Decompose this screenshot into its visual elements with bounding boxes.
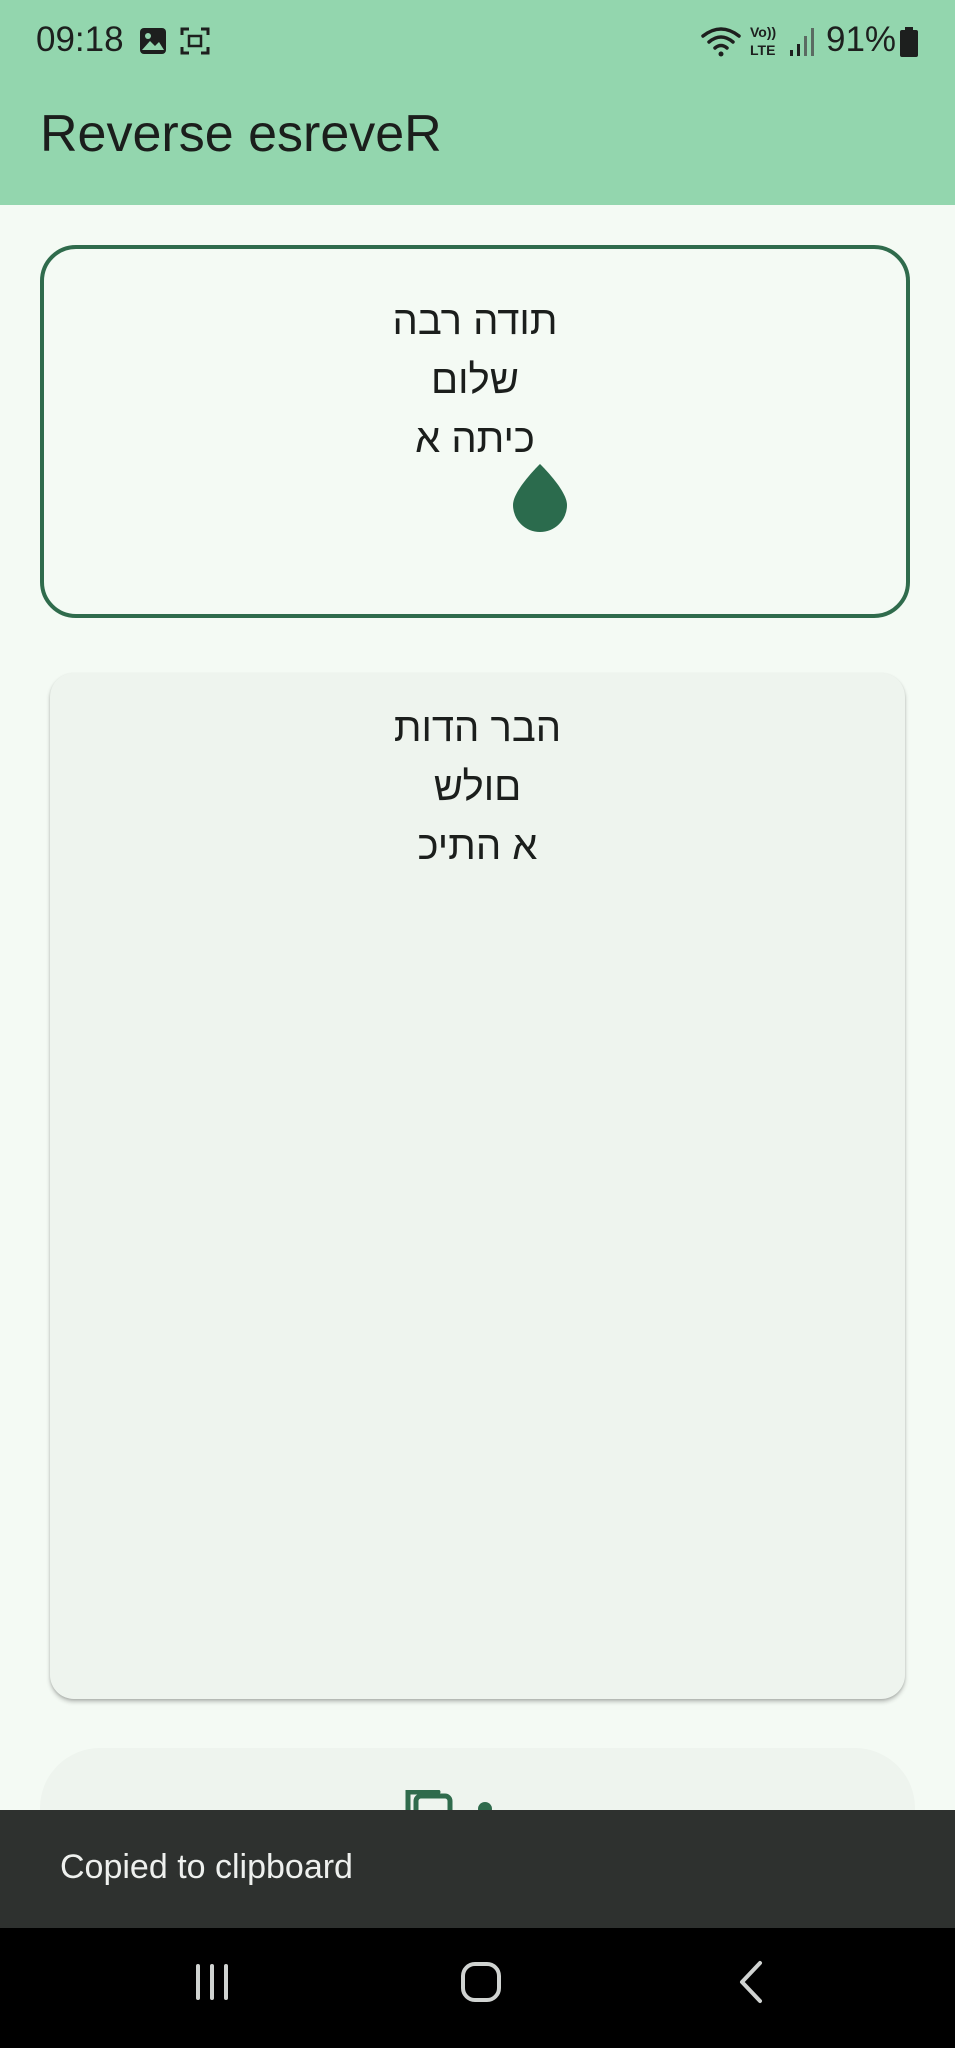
snackbar-message: Copied to clipboard xyxy=(60,1848,353,1886)
signal-icon xyxy=(790,28,814,56)
output-line: םולש xyxy=(433,765,522,809)
output-line: הבר הדות xyxy=(393,706,562,750)
water-drop-icon[interactable] xyxy=(510,462,570,532)
app-title: Reverse esreveR xyxy=(40,105,442,163)
navigation-bar xyxy=(0,1928,955,2048)
screen-capture-icon xyxy=(180,27,210,55)
output-line: א התיכ xyxy=(417,824,538,868)
wifi-icon xyxy=(701,27,741,57)
svg-text:LTE: LTE xyxy=(750,42,775,58)
battery-percent: 91% xyxy=(826,20,897,59)
status-time: 09:18 xyxy=(36,20,124,59)
battery-icon xyxy=(900,27,918,57)
input-line: שלום xyxy=(431,358,519,402)
gallery-icon xyxy=(140,28,166,54)
top-app-bar: 09:18 Vo)) LTE 91% Reverse esreveR xyxy=(0,0,955,205)
svg-text:Vo)): Vo)) xyxy=(750,24,776,40)
input-text-field[interactable]: תודה רבה שלום כיתה א xyxy=(40,245,910,618)
input-text[interactable]: תודה רבה שלום כיתה א xyxy=(44,292,906,469)
volte-icon: Vo)) LTE xyxy=(750,24,776,58)
output-text: הבר הדות םולש א התיכ xyxy=(50,699,905,876)
back-button[interactable] xyxy=(730,1958,780,2008)
input-line: כיתה א xyxy=(415,417,535,461)
input-line: תודה רבה xyxy=(392,299,558,343)
output-card: הבר הדות םולש א התיכ xyxy=(50,673,905,1699)
home-button[interactable] xyxy=(458,1958,508,2008)
snackbar: Copied to clipboard xyxy=(0,1810,955,1928)
recents-button[interactable] xyxy=(190,1958,240,2008)
status-bar: 09:18 Vo)) LTE 91% xyxy=(0,0,955,84)
